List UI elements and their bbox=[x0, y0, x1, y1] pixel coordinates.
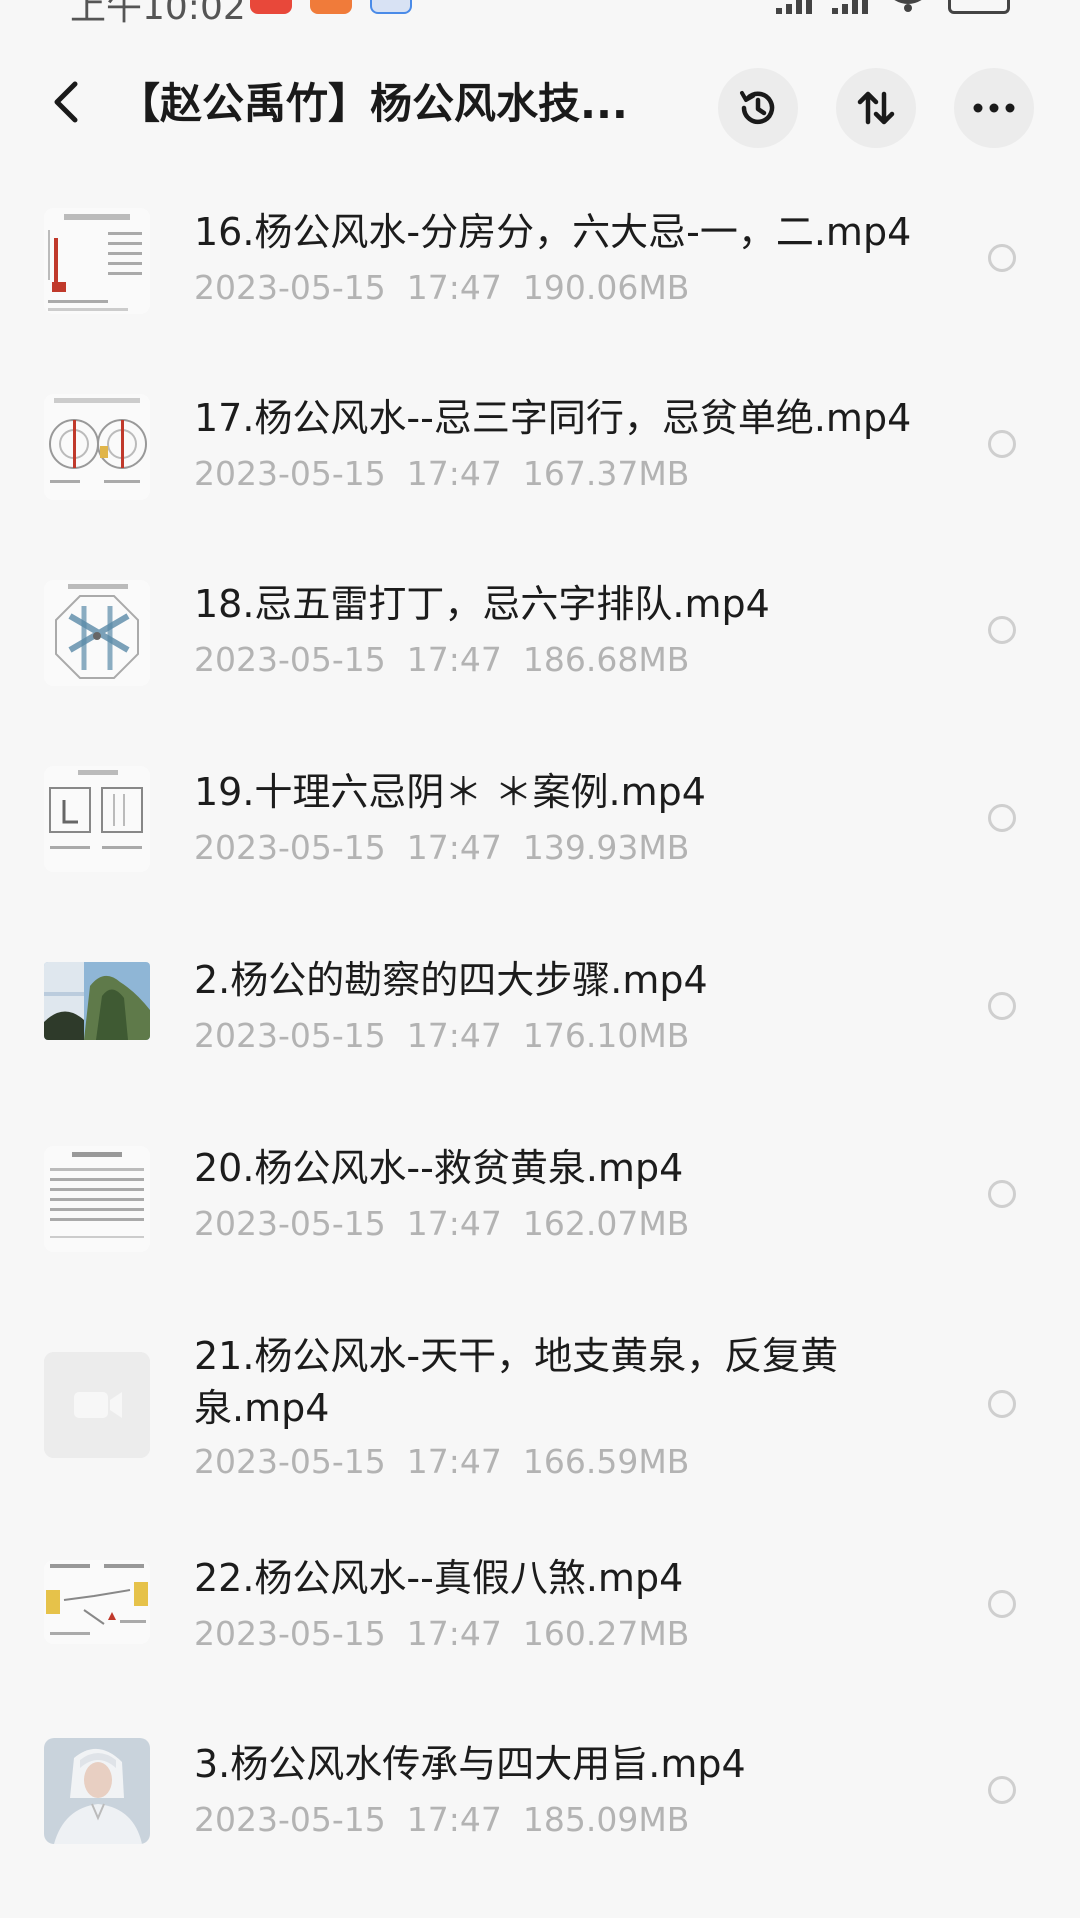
system-icons bbox=[776, 0, 1010, 14]
more-button[interactable] bbox=[954, 68, 1034, 148]
file-size: 167.37MB bbox=[522, 454, 690, 493]
file-thumbnail bbox=[44, 1560, 150, 1644]
file-name: 17.杨公风水--忌三字同行，忌贫单绝.mp4 bbox=[194, 396, 912, 440]
file-size: 162.07MB bbox=[522, 1204, 690, 1243]
select-radio[interactable] bbox=[988, 616, 1016, 644]
file-size: 190.06MB bbox=[522, 268, 690, 307]
file-time: 17:47 bbox=[406, 454, 502, 493]
status-time: 上午10:02 bbox=[70, 0, 246, 28]
folder-title: 【赵公禹竹】杨公风水技... bbox=[118, 79, 628, 128]
file-date: 2023-05-15 bbox=[194, 1800, 386, 1839]
sort-button[interactable] bbox=[836, 68, 916, 148]
app-notification-icon bbox=[310, 0, 352, 14]
file-meta: 2023-05-15 17:47 185.09MB bbox=[194, 1800, 689, 1839]
file-date: 2023-05-15 bbox=[194, 828, 386, 867]
file-meta: 2023-05-15 17:47 186.68MB bbox=[194, 640, 689, 679]
file-date: 2023-05-15 bbox=[194, 1614, 386, 1653]
file-thumbnail bbox=[44, 962, 150, 1040]
file-size: 166.59MB bbox=[522, 1442, 690, 1481]
battery-icon bbox=[948, 0, 1010, 14]
file-time: 17:47 bbox=[406, 1016, 502, 1055]
file-size: 176.10MB bbox=[522, 1016, 690, 1055]
notification-icons bbox=[250, 0, 412, 14]
file-meta: 2023-05-15 17:47 167.37MB bbox=[194, 454, 689, 493]
select-radio[interactable] bbox=[988, 1776, 1016, 1804]
file-date: 2023-05-15 bbox=[194, 1016, 386, 1055]
file-meta: 2023-05-15 17:47 139.93MB bbox=[194, 828, 689, 867]
status-bar: 上午10:02 bbox=[0, 0, 1080, 30]
select-radio[interactable] bbox=[988, 804, 1016, 832]
floorplan-diagram-thumbnail bbox=[44, 766, 150, 872]
file-meta: 2023-05-15 17:47 160.27MB bbox=[194, 1614, 689, 1653]
signal-icon bbox=[776, 0, 812, 14]
select-radio[interactable] bbox=[988, 1180, 1016, 1208]
slide-diagram-thumbnail bbox=[44, 1560, 150, 1644]
file-time: 17:47 bbox=[406, 1442, 502, 1481]
landscape-photo-thumbnail bbox=[44, 962, 150, 1040]
history-button[interactable] bbox=[718, 68, 798, 148]
compass-diagram-thumbnail bbox=[44, 394, 150, 500]
file-thumbnail bbox=[44, 580, 150, 686]
file-name: 19.十理六忌阴＊ ＊案例.mp4 bbox=[194, 770, 706, 814]
file-time: 17:47 bbox=[406, 640, 502, 679]
file-meta: 2023-05-15 17:47 166.59MB bbox=[194, 1442, 689, 1481]
portrait-photo-thumbnail bbox=[44, 1738, 150, 1844]
app-notification-icon bbox=[250, 0, 292, 14]
history-icon bbox=[740, 91, 775, 125]
back-button[interactable] bbox=[36, 72, 96, 132]
app-header: 【赵公禹竹】杨公风水技... bbox=[0, 52, 1080, 162]
file-thumbnail bbox=[44, 1146, 150, 1252]
file-name: 16.杨公风水-分房分，六大忌-一，二.mp4 bbox=[194, 210, 912, 254]
file-name: 3.杨公风水传承与四大用旨.mp4 bbox=[194, 1742, 746, 1786]
file-size: 160.27MB bbox=[522, 1614, 690, 1653]
select-radio[interactable] bbox=[988, 1590, 1016, 1618]
file-date: 2023-05-15 bbox=[194, 1442, 386, 1481]
file-time: 17:47 bbox=[406, 1204, 502, 1243]
file-size: 186.68MB bbox=[522, 640, 690, 679]
select-radio[interactable] bbox=[988, 992, 1016, 1020]
file-name: 21.杨公风水-天干，地支黄泉，反复黄泉.mp4 bbox=[194, 1334, 839, 1430]
file-name: 2.杨公的勘察的四大步骤.mp4 bbox=[194, 958, 708, 1002]
file-date: 2023-05-15 bbox=[194, 1204, 386, 1243]
file-date: 2023-05-15 bbox=[194, 640, 386, 679]
wifi-icon bbox=[894, 0, 922, 12]
file-thumbnail bbox=[44, 766, 150, 872]
file-time: 17:47 bbox=[406, 268, 502, 307]
file-meta: 2023-05-15 17:47 190.06MB bbox=[194, 268, 689, 307]
file-thumbnail bbox=[44, 208, 150, 314]
file-size: 139.93MB bbox=[522, 828, 690, 867]
file-name: 22.杨公风水--真假八煞.mp4 bbox=[194, 1556, 684, 1600]
signal-icon bbox=[832, 0, 868, 14]
select-radio[interactable] bbox=[988, 1390, 1016, 1418]
select-radio[interactable] bbox=[988, 244, 1016, 272]
file-meta: 2023-05-15 17:47 176.10MB bbox=[194, 1016, 689, 1055]
video-placeholder-icon bbox=[44, 1352, 150, 1458]
file-thumbnail bbox=[44, 1738, 150, 1844]
file-name: 20.杨公风水--救贫黄泉.mp4 bbox=[194, 1146, 684, 1190]
file-date: 2023-05-15 bbox=[194, 454, 386, 493]
chevron-left-icon bbox=[54, 81, 78, 123]
octagon-diagram-thumbnail bbox=[44, 580, 150, 686]
file-thumbnail bbox=[44, 1352, 150, 1458]
file-time: 17:47 bbox=[406, 1614, 502, 1653]
sort-icon bbox=[857, 91, 895, 125]
app-notification-icon bbox=[370, 0, 412, 14]
file-size: 185.09MB bbox=[522, 1800, 690, 1839]
file-time: 17:47 bbox=[406, 1800, 502, 1839]
text-document-thumbnail bbox=[44, 1146, 150, 1252]
select-radio[interactable] bbox=[988, 430, 1016, 458]
file-thumbnail bbox=[44, 394, 150, 500]
file-time: 17:47 bbox=[406, 828, 502, 867]
file-meta: 2023-05-15 17:47 162.07MB bbox=[194, 1204, 689, 1243]
more-icon bbox=[973, 103, 1015, 113]
document-diagram-thumbnail bbox=[44, 208, 150, 314]
file-name: 18.忌五雷打丁，忌六字排队.mp4 bbox=[194, 582, 770, 626]
file-date: 2023-05-15 bbox=[194, 268, 386, 307]
